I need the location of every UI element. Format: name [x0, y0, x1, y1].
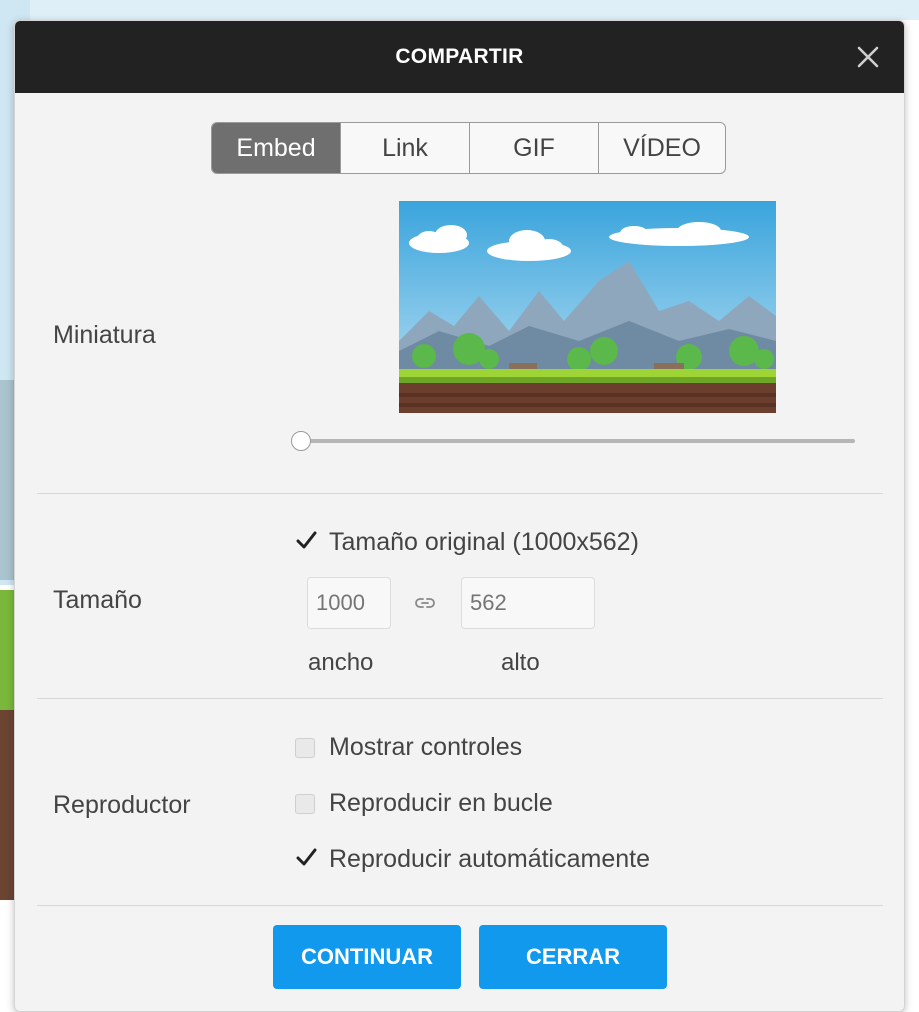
section-divider [37, 905, 883, 906]
close-button[interactable] [852, 41, 884, 73]
share-dialog: COMPARTIR Embed Link GIF VÍDEO Miniatura [14, 20, 905, 1012]
loop-checkbox[interactable] [295, 793, 315, 814]
size-label: Tamaño [53, 586, 142, 614]
autoplay-label: Reproducir automáticamente [329, 845, 650, 873]
thumbnail-image [399, 201, 776, 413]
checkmark-icon [296, 531, 317, 548]
show-controls-label: Mostrar controles [329, 733, 523, 761]
link-icon[interactable] [415, 593, 435, 613]
player-label: Reproductor [53, 791, 191, 819]
height-label: alto [501, 649, 540, 676]
tab-link[interactable]: Link [341, 123, 470, 173]
section-divider [37, 698, 883, 699]
dialog-title: COMPARTIR [395, 45, 524, 68]
original-size-checkbox[interactable] [295, 531, 317, 553]
tab-embed[interactable]: Embed [212, 123, 341, 173]
show-controls-checkbox[interactable] [295, 737, 315, 758]
thumbnail-label: Miniatura [53, 321, 156, 349]
original-size-checkbox-row[interactable]: Tamaño original (1000x562) [295, 528, 639, 557]
thumbnail-frame-slider[interactable] [291, 429, 855, 453]
slider-handle[interactable] [291, 431, 311, 451]
checkmark-icon [296, 848, 317, 865]
close-dialog-button[interactable]: CERRAR [479, 925, 667, 989]
close-icon [857, 46, 879, 68]
dialog-header: COMPARTIR [15, 21, 904, 93]
tab-video[interactable]: VÍDEO [599, 123, 725, 173]
height-input[interactable] [461, 577, 595, 629]
tab-gif[interactable]: GIF [470, 123, 599, 173]
section-divider [37, 493, 883, 494]
loop-row[interactable]: Reproducir en bucle [295, 789, 553, 818]
slider-track [299, 439, 855, 443]
background-top-strip [0, 0, 919, 20]
width-label: ancho [308, 649, 374, 676]
original-size-label: Tamaño original (1000x562) [329, 528, 639, 556]
loop-label: Reproducir en bucle [329, 789, 553, 817]
width-input[interactable] [307, 577, 391, 629]
continue-button[interactable]: CONTINUAR [273, 925, 461, 989]
show-controls-row[interactable]: Mostrar controles [295, 733, 522, 762]
autoplay-checkbox[interactable] [295, 848, 317, 870]
share-mode-tabs: Embed Link GIF VÍDEO [211, 122, 726, 174]
autoplay-row[interactable]: Reproducir automáticamente [295, 845, 650, 874]
